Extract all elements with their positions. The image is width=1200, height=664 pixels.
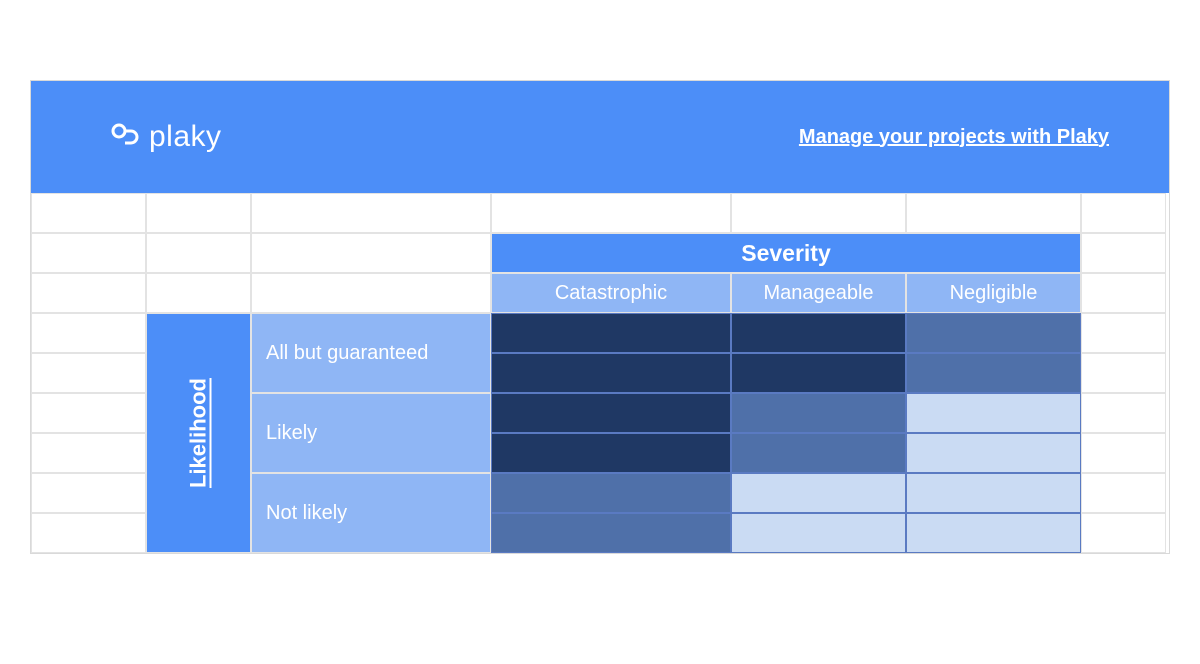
- heat-cell: [731, 513, 906, 553]
- column-header: Manageable: [731, 273, 906, 313]
- empty-cell: [31, 353, 146, 393]
- empty-cell: [31, 313, 146, 353]
- risk-matrix-container: plaky Manage your projects with Plaky Se…: [30, 80, 1170, 554]
- heat-cell: [906, 513, 1081, 553]
- empty-cell: [1081, 273, 1166, 313]
- empty-cell: [146, 233, 251, 273]
- empty-cell: [1081, 193, 1166, 233]
- heat-cell: [491, 353, 731, 393]
- row-header: Not likely: [251, 473, 491, 553]
- column-header: Negligible: [906, 273, 1081, 313]
- brand-name: plaky: [149, 120, 222, 154]
- heat-cell: [491, 473, 731, 513]
- empty-cell: [906, 193, 1081, 233]
- heat-cell: [906, 473, 1081, 513]
- heat-cell: [906, 433, 1081, 473]
- heat-cell: [731, 353, 906, 393]
- heat-cell: [491, 393, 731, 433]
- heat-cell: [731, 433, 906, 473]
- empty-cell: [1081, 313, 1166, 353]
- brand-logo: plaky: [111, 120, 222, 154]
- empty-cell: [251, 233, 491, 273]
- empty-cell: [31, 393, 146, 433]
- empty-cell: [31, 433, 146, 473]
- empty-cell: [1081, 353, 1166, 393]
- empty-cell: [146, 273, 251, 313]
- empty-cell: [1081, 233, 1166, 273]
- empty-cell: [251, 273, 491, 313]
- empty-cell: [1081, 393, 1166, 433]
- heat-cell: [731, 313, 906, 353]
- heat-cell: [906, 353, 1081, 393]
- matrix-grid: Severity Catastrophic Manageable Negligi…: [31, 193, 1169, 553]
- manage-projects-link[interactable]: Manage your projects with Plaky: [799, 126, 1109, 149]
- empty-cell: [31, 233, 146, 273]
- empty-cell: [491, 193, 731, 233]
- heat-cell: [491, 433, 731, 473]
- heat-cell: [906, 313, 1081, 353]
- empty-cell: [31, 513, 146, 553]
- empty-cell: [731, 193, 906, 233]
- empty-cell: [1081, 433, 1166, 473]
- empty-cell: [31, 193, 146, 233]
- x-axis-title: Severity: [491, 233, 1081, 273]
- row-header: Likely: [251, 393, 491, 473]
- empty-cell: [31, 273, 146, 313]
- heat-cell: [906, 393, 1081, 433]
- heat-cell: [731, 473, 906, 513]
- heat-cell: [491, 513, 731, 553]
- empty-cell: [146, 193, 251, 233]
- banner: plaky Manage your projects with Plaky: [31, 81, 1169, 193]
- empty-cell: [31, 473, 146, 513]
- empty-cell: [1081, 513, 1166, 553]
- empty-cell: [1081, 473, 1166, 513]
- column-header: Catastrophic: [491, 273, 731, 313]
- plaky-icon: [111, 123, 139, 151]
- row-header: All but guaranteed: [251, 313, 491, 393]
- empty-cell: [251, 193, 491, 233]
- heat-cell: [491, 313, 731, 353]
- y-axis-title: Likelihood: [146, 313, 251, 553]
- heat-cell: [731, 393, 906, 433]
